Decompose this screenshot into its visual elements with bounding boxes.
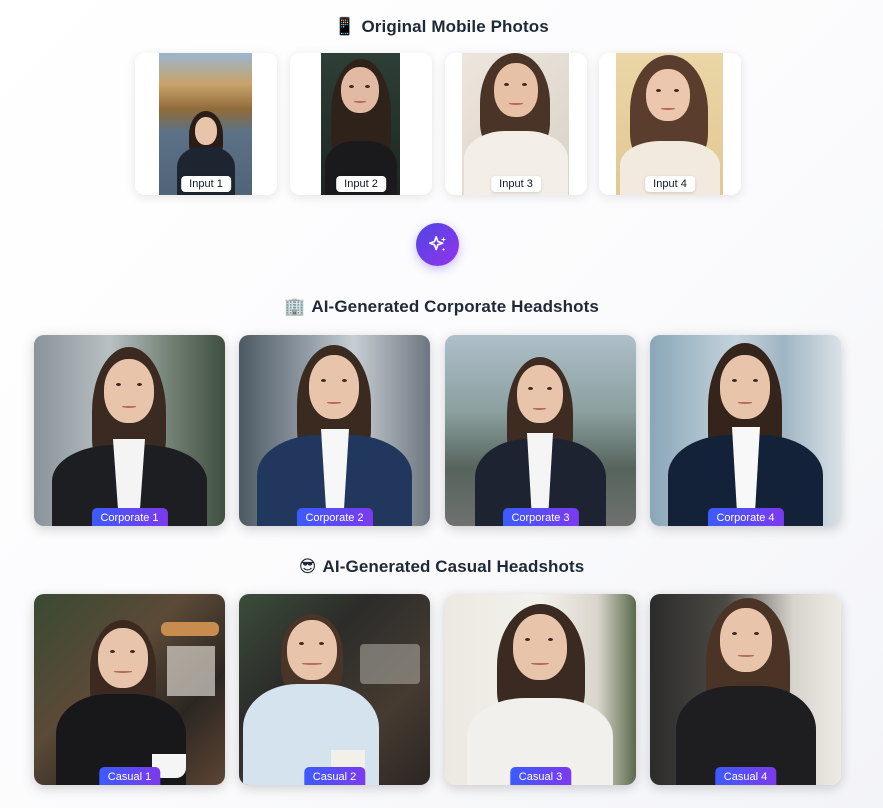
input-photo-card-1[interactable]: Input 1 — [135, 53, 277, 195]
input-label-3: Input 3 — [491, 176, 541, 192]
casual-label-4: Casual 4 — [714, 767, 777, 785]
input-photo-card-3[interactable]: Input 3 — [445, 53, 587, 195]
corporate-headshot-card-1[interactable]: Corporate 1 — [34, 335, 225, 526]
section-title-original-text: Original Mobile Photos — [361, 17, 549, 36]
section-title-original: 📱 Original Mobile Photos — [0, 17, 883, 37]
casual-headshot-card-4[interactable]: Casual 4 — [650, 594, 841, 785]
input-photo-4 — [616, 53, 723, 195]
input-label-2: Input 2 — [336, 176, 386, 192]
input-photo-card-2[interactable]: Input 2 — [290, 53, 432, 195]
casual-headshot-card-2[interactable]: Casual 2 — [239, 594, 430, 785]
generate-button[interactable] — [416, 223, 459, 266]
corporate-headshot-card-2[interactable]: Corporate 2 — [239, 335, 430, 526]
corporate-label-3: Corporate 3 — [502, 508, 579, 526]
phone-emoji-icon: 📱 — [334, 17, 356, 37]
corporate-label-1: Corporate 1 — [91, 508, 168, 526]
section-title-casual-text: AI-Generated Casual Headshots — [322, 557, 585, 576]
corporate-label-4: Corporate 4 — [707, 508, 784, 526]
casual-headshot-card-3[interactable]: Casual 3 — [445, 594, 636, 785]
input-photo-1 — [159, 53, 252, 195]
sparkles-icon — [428, 235, 446, 251]
input-photo-2 — [321, 53, 400, 195]
casual-headshot-card-1[interactable]: Casual 1 — [34, 594, 225, 785]
section-title-corporate-text: AI-Generated Corporate Headshots — [311, 297, 599, 316]
casual-label-3: Casual 3 — [509, 767, 572, 785]
sunglasses-emoji-icon: 😎 — [298, 557, 317, 577]
corporate-headshot-card-3[interactable]: Corporate 3 — [445, 335, 636, 526]
input-label-4: Input 4 — [645, 176, 695, 192]
input-photo-card-4[interactable]: Input 4 — [599, 53, 741, 195]
corporate-headshot-card-4[interactable]: Corporate 4 — [650, 335, 841, 526]
casual-label-2: Casual 2 — [303, 767, 366, 785]
section-title-casual: 😎 AI-Generated Casual Headshots — [0, 557, 883, 577]
casual-label-1: Casual 1 — [98, 767, 161, 785]
office-building-emoji-icon: 🏢 — [284, 297, 306, 317]
section-title-corporate: 🏢 AI-Generated Corporate Headshots — [0, 297, 883, 317]
input-label-1: Input 1 — [181, 176, 231, 192]
input-photo-3 — [462, 53, 569, 195]
corporate-label-2: Corporate 2 — [296, 508, 373, 526]
